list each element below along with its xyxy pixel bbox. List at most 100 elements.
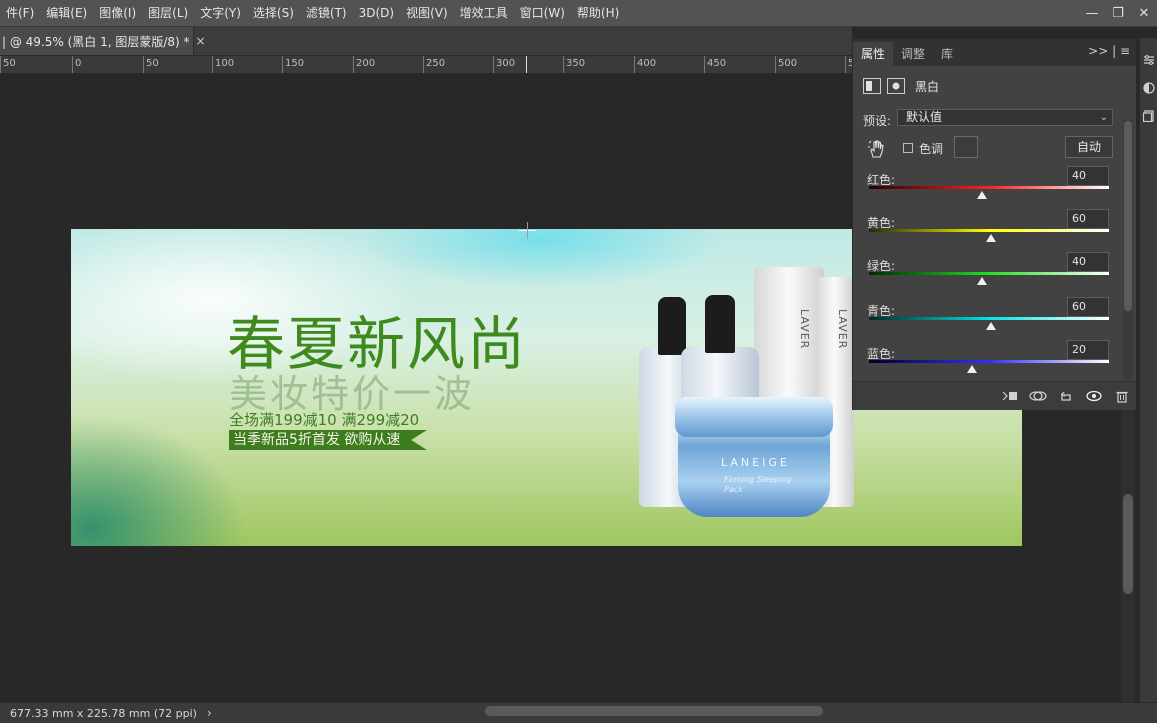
ruler-tick xyxy=(563,56,564,73)
menu-select[interactable]: 选择(S) xyxy=(247,0,300,26)
slider-green: 绿色: 40 xyxy=(867,252,1109,297)
libraries-dock-icon[interactable] xyxy=(1143,110,1155,122)
ruler-label: 0 xyxy=(75,58,82,69)
slider-yellow: 黄色: 60 xyxy=(867,209,1109,254)
tab-properties[interactable]: 属性 xyxy=(853,42,894,66)
close-button[interactable]: ✕ xyxy=(1131,0,1157,26)
tab-libraries[interactable]: 库 xyxy=(933,42,961,66)
ruler-label: 400 xyxy=(637,58,657,69)
slider-thumb[interactable] xyxy=(986,322,997,330)
chevron-down-icon: ⌄ xyxy=(1099,112,1108,123)
adjustment-layer-icon[interactable] xyxy=(863,78,881,94)
slider-thumb[interactable] xyxy=(976,191,987,199)
horizontal-scroll-thumb[interactable] xyxy=(485,706,823,716)
slider-track[interactable] xyxy=(869,360,1109,363)
panel-menu-icon[interactable]: >> | ≡ xyxy=(1088,44,1130,58)
preset-dropdown[interactable]: 默认值 ⌄ xyxy=(897,109,1113,126)
adjustment-title: 黑白 xyxy=(915,79,940,94)
banner-ribbon: 当季新品5折首发 欲购从速 xyxy=(229,430,427,450)
ruler-tick xyxy=(282,56,283,73)
ruler-label: 450 xyxy=(707,58,727,69)
ruler-tick xyxy=(72,56,73,73)
restore-button[interactable]: ❐ xyxy=(1105,0,1131,26)
ruler-tick xyxy=(353,56,354,73)
visibility-eye-icon[interactable] xyxy=(1080,386,1108,406)
targeted-adjustment-hand-icon[interactable] xyxy=(867,139,885,159)
ruler-cursor-marker xyxy=(526,56,527,73)
menu-window[interactable]: 窗口(W) xyxy=(514,0,571,26)
slider-thumb[interactable] xyxy=(986,234,997,242)
right-dock xyxy=(1139,38,1157,702)
tube-label: LAVER xyxy=(798,309,811,350)
properties-panel: 属性 调整 库 >> | ≡ 黑白 预设: 默认值 ⌄ 色调 自动 红色: 40… xyxy=(852,38,1137,410)
document-tab-bar: | @ 49.5% (黑白 1, 图层蒙版/8) * × xyxy=(0,27,852,56)
slider-value-input[interactable]: 60 xyxy=(1067,297,1109,317)
jar-brand-label: LANEIGE xyxy=(721,456,790,469)
menu-type[interactable]: 文字(Y) xyxy=(194,0,247,26)
tab-adjustments[interactable]: 调整 xyxy=(893,42,933,66)
horizontal-scrollbar[interactable] xyxy=(193,704,1121,718)
reset-icon[interactable] xyxy=(1052,386,1080,406)
view-previous-icon[interactable] xyxy=(1024,386,1052,406)
minimize-button[interactable]: — xyxy=(1079,0,1105,26)
tube-label: LAVER xyxy=(836,309,849,350)
panel-scroll-thumb[interactable] xyxy=(1124,121,1132,311)
ruler-label: 350 xyxy=(566,58,586,69)
close-icon[interactable]: × xyxy=(196,34,206,48)
panel-scrollbar[interactable] xyxy=(1123,119,1133,379)
document-tab[interactable]: | @ 49.5% (黑白 1, 图层蒙版/8) * × xyxy=(0,27,206,55)
slider-track[interactable] xyxy=(869,229,1109,232)
ruler-label: 50 xyxy=(3,58,16,69)
crosshair-cursor-icon xyxy=(519,222,536,239)
ruler-tick xyxy=(845,56,846,73)
ruler-label: 100 xyxy=(215,58,235,69)
jar-description: Firming Sleeping Pack xyxy=(724,475,792,494)
clip-to-layer-icon[interactable] xyxy=(996,386,1024,406)
menu-help[interactable]: 帮助(H) xyxy=(571,0,625,26)
slider-value-input[interactable]: 40 xyxy=(1067,166,1109,186)
vertical-scroll-thumb[interactable] xyxy=(1123,494,1133,594)
slider-blue: 蓝色: 20 xyxy=(867,340,1109,385)
tint-color-swatch[interactable] xyxy=(954,136,978,158)
banner-promo-text: 全场满199减10 满299减20 xyxy=(229,411,420,429)
dropper-cap xyxy=(705,295,735,353)
auto-button[interactable]: 自动 xyxy=(1065,136,1113,158)
menu-plugins[interactable]: 增效工具 xyxy=(454,0,514,26)
ruler-tick xyxy=(493,56,494,73)
ruler-label: 250 xyxy=(426,58,446,69)
tint-checkbox[interactable] xyxy=(903,143,913,153)
ruler-label: 150 xyxy=(285,58,305,69)
slider-thumb[interactable] xyxy=(976,277,987,285)
dropper-cap xyxy=(658,297,686,355)
document-size: 677.33 mm x 225.78 mm (72 ppi) xyxy=(10,706,197,720)
menu-layer[interactable]: 图层(L) xyxy=(142,0,194,26)
menu-file[interactable]: 件(F) xyxy=(0,0,40,26)
menu-filter[interactable]: 滤镜(T) xyxy=(300,0,353,26)
ruler-label: 200 xyxy=(356,58,376,69)
trash-icon[interactable] xyxy=(1108,386,1136,406)
adjustments-dock-icon[interactable] xyxy=(1143,82,1155,94)
slider-track[interactable] xyxy=(869,186,1109,189)
preset-label: 预设: xyxy=(863,114,892,128)
menu-edit[interactable]: 编辑(E) xyxy=(40,0,93,26)
document-tab-title: | @ 49.5% (黑白 1, 图层蒙版/8) * xyxy=(2,34,190,49)
preset-value: 默认值 xyxy=(906,110,943,124)
layer-mask-icon[interactable] xyxy=(887,78,905,94)
menu-image[interactable]: 图像(I) xyxy=(93,0,142,26)
slider-value-input[interactable]: 40 xyxy=(1067,252,1109,272)
menu-view[interactable]: 视图(V) xyxy=(400,0,454,26)
slider-track[interactable] xyxy=(869,317,1109,320)
slider-value-input[interactable]: 60 xyxy=(1067,209,1109,229)
properties-dock-icon[interactable] xyxy=(1143,54,1155,66)
slider-track[interactable] xyxy=(869,272,1109,275)
slider-value-input[interactable]: 20 xyxy=(1067,340,1109,360)
ruler-label: 50 xyxy=(146,58,159,69)
slider-thumb[interactable] xyxy=(967,365,978,373)
window-controls: — ❐ ✕ xyxy=(1079,0,1157,26)
ruler-tick xyxy=(212,56,213,73)
panel-footer xyxy=(853,381,1136,410)
ruler-label: 500 xyxy=(778,58,798,69)
menu-3d[interactable]: 3D(D) xyxy=(353,0,400,26)
ruler-label: 300 xyxy=(496,58,516,69)
slider-cyan: 青色: 60 xyxy=(867,297,1109,342)
